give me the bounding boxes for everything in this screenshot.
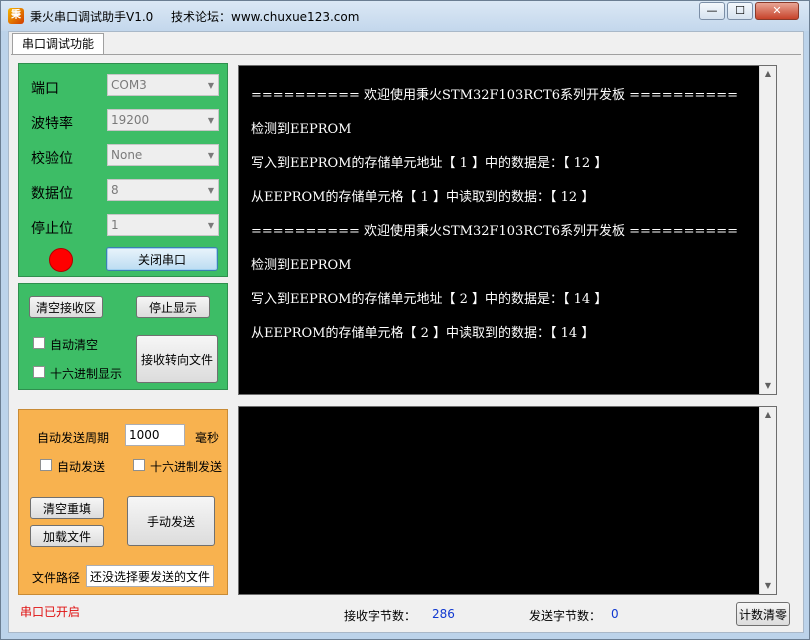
chevron-down-icon: ▼ — [207, 116, 214, 125]
chevron-down-icon: ▼ — [207, 81, 214, 90]
databits-select[interactable]: 8 ▼ — [107, 179, 219, 201]
chevron-down-icon: ▼ — [207, 221, 214, 230]
port-status-indicator — [49, 248, 73, 272]
receive-line: ========== 欢迎使用秉火STM32F103RCT6系列开发板 ====… — [251, 88, 739, 103]
chevron-down-icon: ▼ — [207, 186, 214, 195]
hex-display-label: 十六进制显示 — [50, 367, 123, 381]
rx-count-label: 接收字节数： — [344, 609, 417, 623]
minimize-icon: — — [706, 4, 718, 17]
reset-count-button[interactable]: 计数清零 — [736, 602, 790, 626]
maximize-icon: ☐ — [735, 4, 745, 17]
load-file-button[interactable]: 加载文件 — [30, 525, 104, 547]
hex-send-checkbox[interactable] — [133, 459, 145, 471]
client-area: 串口调试功能 端口 COM3 ▼ 波特率 19200 ▼ 校验位 None ▼ 数据位… — [8, 31, 804, 633]
file-path-label: 文件路径 — [32, 571, 81, 585]
window-title: 秉火串口调试助手V1.0 — [30, 10, 154, 24]
parity-select[interactable]: None ▼ — [107, 144, 219, 166]
hex-send-label: 十六进制发送 — [150, 460, 223, 474]
close-icon: ✕ — [772, 4, 782, 17]
scroll-up-icon[interactable]: ▲ — [760, 66, 776, 82]
receive-line: ========== 欢迎使用秉火STM32F103RCT6系列开发板 ====… — [251, 224, 739, 239]
tab-pane: 端口 COM3 ▼ 波特率 19200 ▼ 校验位 None ▼ 数据位 8 ▼ 停止位… — [11, 54, 801, 631]
manual-send-button[interactable]: 手动发送 — [127, 496, 215, 546]
hex-display-checkbox[interactable] — [33, 366, 45, 378]
databits-label: 数据位 — [31, 186, 73, 202]
app-window: 秉 秉火串口调试助手V1.0 技术论坛：www.chuxue123.com — … — [0, 0, 810, 640]
tab-serial-debug[interactable]: 串口调试功能 — [12, 33, 105, 55]
serial-settings-panel: 端口 COM3 ▼ 波特率 19200 ▼ 校验位 None ▼ 数据位 8 ▼ 停止位… — [18, 63, 228, 277]
period-input[interactable]: 1000 — [125, 424, 185, 446]
receive-line: 写入到EEPROM的存储单元地址【 1 】中的数据是：【 12 】 — [251, 156, 608, 171]
baud-label: 波特率 — [31, 116, 73, 132]
scroll-up-icon[interactable]: ▲ — [760, 407, 776, 423]
auto-send-checkbox[interactable] — [40, 459, 52, 471]
auto-clear-label: 自动清空 — [50, 338, 99, 352]
receive-scrollbar[interactable]: ▲ ▼ — [759, 66, 776, 394]
baud-select[interactable]: 19200 ▼ — [107, 109, 219, 131]
close-button[interactable]: ✕ — [755, 2, 799, 20]
clear-refill-button[interactable]: 清空重填 — [30, 497, 104, 519]
port-status-text: 串口已开启 — [20, 605, 81, 619]
app-logo-icon: 秉 — [8, 8, 24, 24]
receive-line: 从EEPROM的存储单元格【 1 】中读取到的数据：【 12 】 — [251, 190, 595, 205]
send-scrollbar[interactable]: ▲ ▼ — [759, 407, 776, 594]
receive-line: 写入到EEPROM的存储单元地址【 2 】中的数据是：【 14 】 — [251, 292, 608, 307]
period-label: 自动发送周期 — [37, 431, 110, 445]
rx-count-value: 286 — [432, 607, 455, 621]
scroll-down-icon[interactable]: ▼ — [760, 578, 776, 594]
receive-line: 检测到EEPROM — [251, 258, 352, 273]
auto-clear-checkbox[interactable] — [33, 337, 45, 349]
period-unit-label: 毫秒 — [195, 431, 220, 445]
send-controls-panel: 自动发送周期 1000 毫秒 自动发送 十六进制发送 清空重填 加载文件 手动发… — [18, 409, 228, 595]
port-select[interactable]: COM3 ▼ — [107, 74, 219, 96]
close-port-button[interactable]: 关闭串口 — [106, 247, 218, 271]
receive-area[interactable]: ========== 欢迎使用秉火STM32F103RCT6系列开发板 ====… — [238, 65, 777, 395]
stopbits-select[interactable]: 1 ▼ — [107, 214, 219, 236]
receive-line: 从EEPROM的存储单元格【 2 】中读取到的数据：【 14 】 — [251, 326, 595, 341]
clear-receive-button[interactable]: 清空接收区 — [29, 296, 103, 318]
send-area[interactable]: ▲ ▼ — [238, 406, 777, 595]
parity-label: 校验位 — [31, 151, 73, 167]
title-bar[interactable]: 秉 秉火串口调试助手V1.0 技术论坛：www.chuxue123.com — … — [1, 1, 809, 31]
stop-display-button[interactable]: 停止显示 — [136, 296, 210, 318]
tx-count-label: 发送字节数： — [529, 609, 602, 623]
stopbits-label: 停止位 — [31, 221, 73, 237]
forum-url: 技术论坛：www.chuxue123.com — [171, 10, 360, 24]
maximize-button[interactable]: ☐ — [727, 2, 753, 20]
file-path-field[interactable]: 还没选择要发送的文件 — [86, 565, 214, 587]
scroll-down-icon[interactable]: ▼ — [760, 378, 776, 394]
receive-line: 检测到EEPROM — [251, 122, 352, 137]
chevron-down-icon: ▼ — [207, 151, 214, 160]
receive-controls-panel: 清空接收区 停止显示 自动清空 十六进制显示 接收转向文件 — [18, 283, 228, 390]
receive-to-file-button[interactable]: 接收转向文件 — [136, 335, 218, 383]
port-label: 端口 — [31, 81, 59, 97]
auto-send-label: 自动发送 — [57, 460, 106, 474]
minimize-button[interactable]: — — [699, 2, 725, 20]
tx-count-value: 0 — [611, 607, 619, 621]
